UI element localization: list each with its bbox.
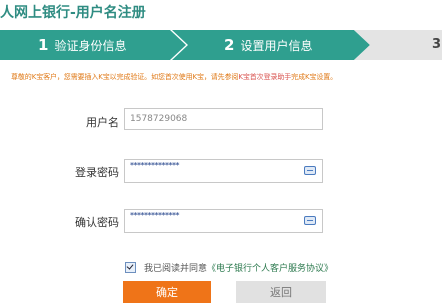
step-1: 1 验证身份信息 [38, 30, 126, 60]
step-1-label: 验证身份信息 [54, 39, 127, 53]
k-token-help-link[interactable]: K宝首次登录助手 [238, 73, 291, 81]
notice-text-a: 尊敬的K宝客户，您需要插入K宝以完成验证。如您首次使用K宝，请先参阅 [11, 73, 239, 81]
agreement-link[interactable]: 《电子银行个人客户服务协议》 [207, 264, 333, 274]
back-button[interactable]: 返回 [236, 281, 326, 303]
step-3-number: 3 [432, 37, 442, 52]
page-title: 人网上银行-用户名注册 [0, 5, 146, 21]
agreement-text: 我已阅读并同意 [144, 264, 208, 274]
step-2: 2 设置用户信息 [224, 30, 312, 60]
agreement-row: 我已阅读并同意《电子银行个人客户服务协议》 [125, 261, 333, 274]
confirm-password-label: 确认密码 [75, 216, 119, 229]
step-2-number: 2 [224, 36, 235, 54]
step-2-label: 设置用户信息 [240, 39, 313, 53]
keyboard-icon[interactable] [304, 216, 316, 225]
step-1-number: 1 [38, 36, 49, 54]
password-mask: ************** [130, 161, 180, 170]
username-label: 用户名 [86, 116, 119, 129]
password-field[interactable]: ************** [124, 159, 323, 183]
notice-text-b: 完成K宝设置。 [291, 73, 338, 81]
confirm-password-field[interactable]: ************** [124, 209, 323, 233]
confirm-button[interactable]: 确定 [123, 281, 211, 303]
confirm-password-mask: ************** [130, 211, 180, 220]
k-token-notice: 尊敬的K宝客户，您需要插入K宝以完成验证。如您首次使用K宝，请先参阅K宝首次登录… [11, 72, 337, 82]
step-progress-bar: 1 验证身份信息 2 设置用户信息 3 [0, 30, 442, 60]
password-label: 登录密码 [75, 166, 119, 179]
agreement-checkbox[interactable] [125, 262, 136, 273]
username-field[interactable]: 1578729068 [124, 108, 323, 130]
keyboard-icon[interactable] [304, 166, 316, 175]
